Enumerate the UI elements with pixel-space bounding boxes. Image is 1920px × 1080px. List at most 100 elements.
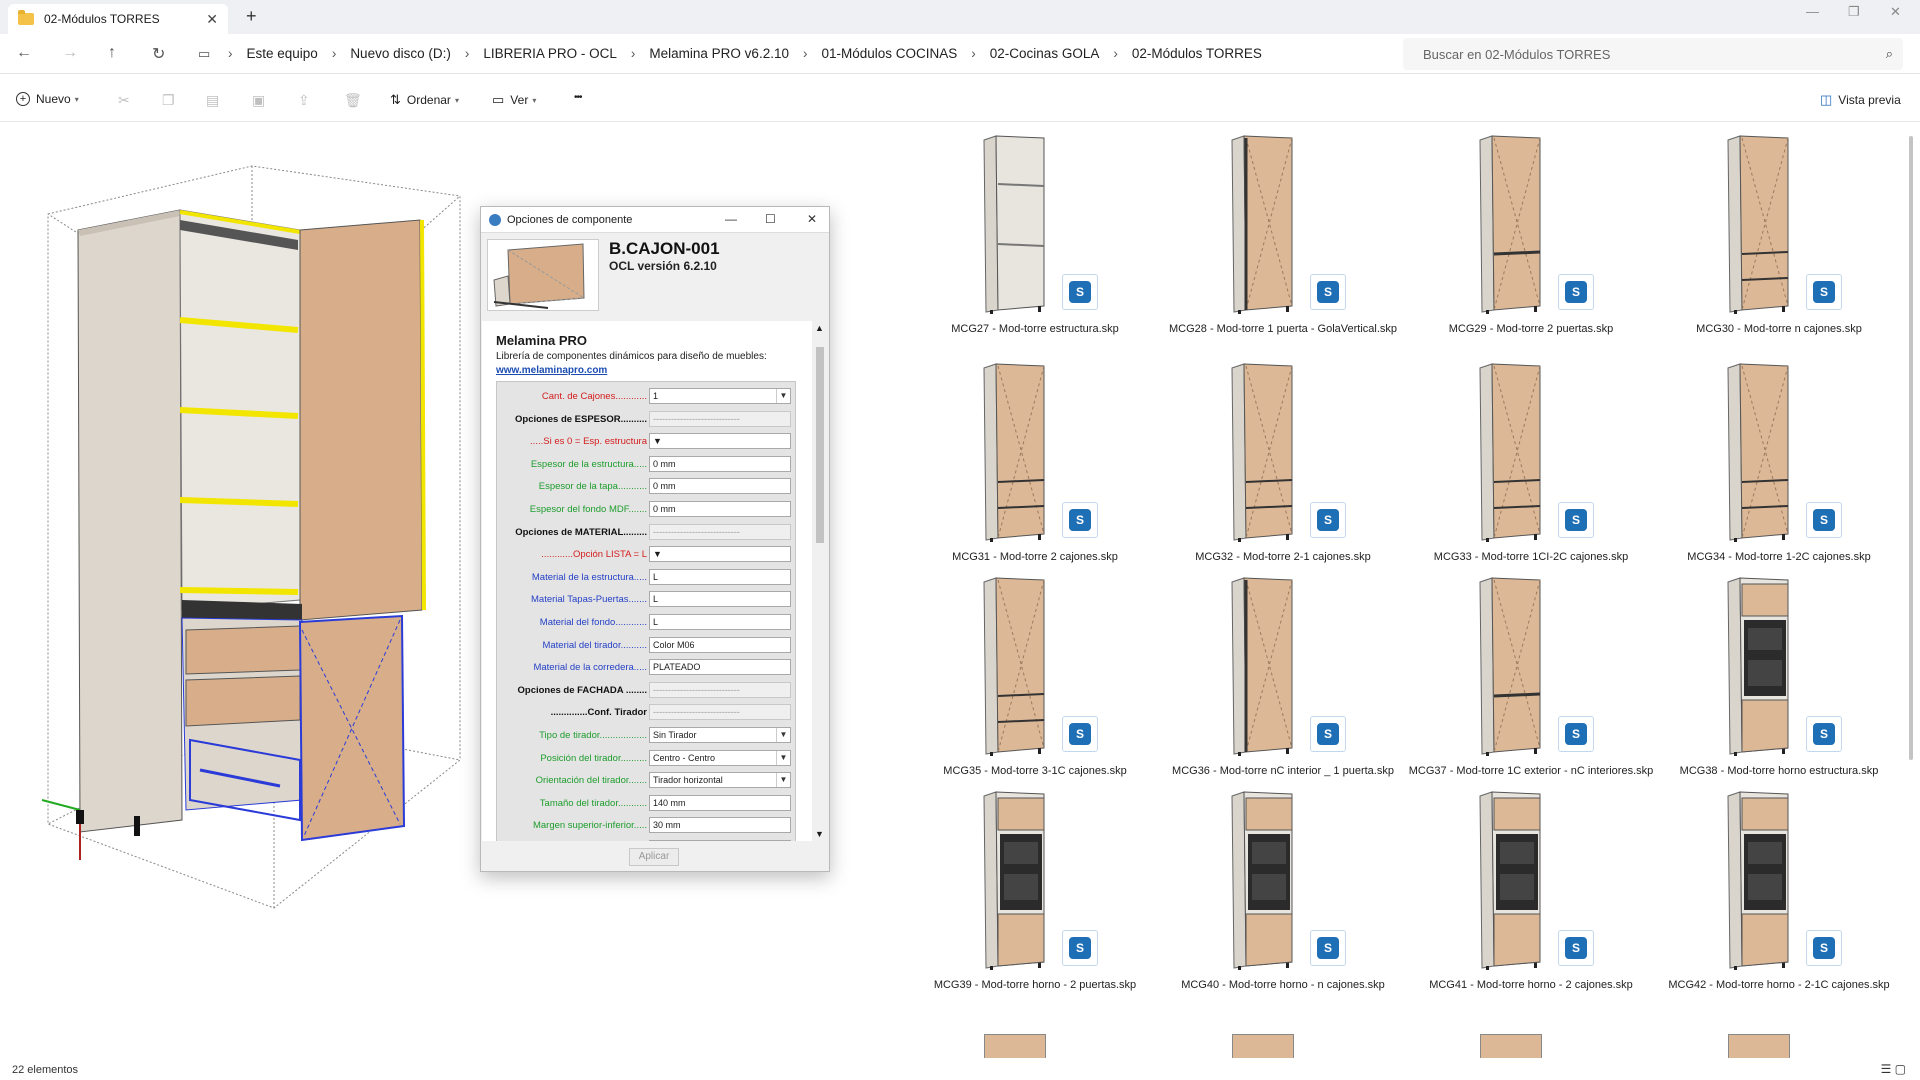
file-item[interactable]: S MCG42 - Mod-torre horno - 2-1C cajones.…	[1654, 782, 1904, 1012]
option-input[interactable]: 30 mm	[649, 817, 791, 834]
scroll-thumb[interactable]	[816, 347, 824, 543]
option-value: -----------------------------	[653, 413, 740, 424]
breadcrumb-item[interactable]: Nuevo disco (D:)	[350, 46, 451, 61]
panel-scrollbar[interactable]: ▲ ▼	[812, 321, 828, 841]
back-button[interactable]: ←	[16, 44, 32, 62]
sort-button[interactable]: ⇅ Ordenar ▾	[390, 92, 459, 108]
option-input[interactable]: L	[649, 568, 791, 585]
breadcrumb-item[interactable]: 02-Cocinas GOLA	[990, 46, 1100, 61]
sketchup-file-icon: S	[1558, 716, 1594, 752]
option-input[interactable]: 0 mm	[649, 455, 791, 472]
file-thumbnail-partial[interactable]	[1480, 1034, 1542, 1058]
option-select[interactable]: Tirador horizontal ▼	[649, 772, 791, 789]
file-item[interactable]: S MCG27 - Mod-torre estructura.skp	[910, 126, 1160, 356]
option-input[interactable]: Color M06	[649, 636, 791, 653]
cut-icon[interactable]: ✂	[118, 92, 130, 109]
search-placeholder: Buscar en 02-Módulos TORRES	[1423, 47, 1611, 62]
option-input[interactable]: 0 mm	[649, 478, 791, 495]
option-input[interactable]: 40 mm	[649, 840, 791, 841]
more-options-button[interactable]: •••	[574, 92, 582, 103]
file-item[interactable]: S MCG38 - Mod-torre horno estructura.skp	[1654, 568, 1904, 798]
view-label: Ver	[510, 93, 529, 107]
copy-icon[interactable]: ❐	[162, 92, 175, 109]
rename-icon[interactable]: ▣	[252, 92, 265, 109]
file-thumbnail-partial[interactable]	[1728, 1034, 1790, 1058]
delete-icon[interactable]: 🗑	[344, 92, 362, 109]
breadcrumb-item[interactable]: 01-Módulos COCINAS	[821, 46, 957, 61]
chevron-down-icon[interactable]: ▼	[776, 750, 790, 765]
refresh-button[interactable]: ↻	[152, 44, 165, 64]
file-grid-scrollbar[interactable]	[1909, 136, 1913, 760]
file-item[interactable]: S MCG35 - Mod-torre 3-1C cajones.skp	[910, 568, 1160, 798]
file-thumbnail	[982, 790, 1048, 970]
dialog-maximize-button[interactable]: ☐	[765, 212, 776, 226]
file-thumbnail	[1726, 134, 1792, 314]
file-item[interactable]: S MCG39 - Mod-torre horno - 2 puertas.skp	[910, 782, 1160, 1012]
file-item[interactable]: S MCG37 - Mod-torre 1C exterior - nC inte…	[1406, 568, 1656, 798]
breadcrumb-item[interactable]: LIBRERIA PRO - OCL	[483, 46, 617, 61]
item-count: 22 elementos	[12, 1064, 79, 1076]
option-input[interactable]: ▼	[649, 433, 791, 450]
option-select[interactable]: Sin Tirador ▼	[649, 727, 791, 743]
option-value: L	[653, 594, 659, 605]
option-select[interactable]: 1 ▼	[649, 388, 791, 404]
breadcrumb-item[interactable]: Este equipo	[247, 46, 318, 61]
close-window-button[interactable]: ✕	[1890, 4, 1901, 20]
option-input[interactable]: L	[649, 614, 791, 630]
apply-button[interactable]: Aplicar	[629, 848, 679, 866]
file-thumbnail-partial[interactable]	[984, 1034, 1046, 1058]
minimize-button[interactable]: —	[1806, 4, 1819, 19]
scroll-up-icon[interactable]: ▲	[815, 323, 824, 333]
file-item[interactable]: S MCG34 - Mod-torre 1-2C cajones.skp	[1654, 354, 1904, 584]
breadcrumb-item[interactable]: 02-Módulos TORRES	[1132, 46, 1262, 61]
option-label: ..............Conf. Tirador	[550, 707, 647, 719]
sketchup-file-icon: S	[1310, 274, 1346, 310]
forward-button[interactable]: →	[62, 44, 78, 62]
file-thumbnail-partial[interactable]	[1232, 1034, 1294, 1058]
option-input[interactable]: ▼	[649, 546, 791, 563]
new-tab-button[interactable]: +	[246, 6, 257, 27]
dialog-minimize-button[interactable]: —	[725, 212, 737, 226]
breadcrumb-item[interactable]: Melamina PRO v6.2.10	[649, 46, 789, 61]
option-row: Material de la corredera..... PLATEADO	[497, 659, 797, 677]
up-button[interactable]: ↑	[108, 44, 116, 62]
computer-icon[interactable]: ▭	[198, 46, 210, 62]
file-item[interactable]: S MCG31 - Mod-torre 2 cajones.skp	[910, 354, 1160, 584]
share-icon[interactable]: ⇪	[298, 92, 310, 109]
preview-pane-button[interactable]: ◫ Vista previa	[1820, 92, 1901, 108]
option-input[interactable]: L	[649, 591, 791, 608]
chevron-down-icon[interactable]: ▼	[776, 389, 790, 403]
file-item[interactable]: S MCG32 - Mod-torre 2-1 cajones.skp	[1158, 354, 1408, 584]
dialog-close-button[interactable]: ✕	[807, 212, 817, 226]
maximize-button[interactable]: ❐	[1848, 4, 1860, 20]
option-select[interactable]: Centro - Centro ▼	[649, 749, 791, 766]
file-item[interactable]: S MCG28 - Mod-torre 1 puerta - GolaVertic…	[1158, 126, 1408, 356]
tab-close-icon[interactable]: ✕	[206, 11, 218, 28]
search-input[interactable]: Buscar en 02-Módulos TORRES ⌕	[1403, 38, 1903, 70]
file-item[interactable]: S MCG40 - Mod-torre horno - n cajones.skp	[1158, 782, 1408, 1012]
scroll-down-icon[interactable]: ▼	[815, 829, 824, 839]
file-thumbnail	[1230, 576, 1296, 756]
chevron-down-icon[interactable]: ▼	[776, 728, 790, 742]
option-row: Material de la estructura..... L	[497, 568, 797, 587]
option-row: .....Si es 0 = Esp. estructura ▼	[497, 433, 797, 451]
chevron-down-icon[interactable]: ▼	[776, 773, 790, 788]
new-button[interactable]: + Nuevo ▾	[16, 92, 79, 106]
tab-active[interactable]: 02-Módulos TORRES ✕	[8, 4, 228, 34]
sketchup-file-icon: S	[1310, 716, 1346, 752]
view-button[interactable]: ▭ Ver ▾	[492, 92, 536, 108]
sketchup-file-icon: S	[1558, 274, 1594, 310]
option-row: ............Opción LISTA = L ▼	[497, 546, 797, 564]
file-item[interactable]: S MCG36 - Mod-torre nC interior _ 1 puert…	[1158, 568, 1408, 798]
file-item[interactable]: S MCG33 - Mod-torre 1CI-2C cajones.skp	[1406, 354, 1656, 584]
option-input[interactable]: PLATEADO	[649, 659, 791, 676]
view-toggle-icons[interactable]: ☰ ▢	[1881, 1062, 1906, 1076]
file-item[interactable]: S MCG30 - Mod-torre n cajones.skp	[1654, 126, 1904, 356]
paste-icon[interactable]: ▤	[206, 92, 219, 109]
file-item[interactable]: S MCG29 - Mod-torre 2 puertas.skp	[1406, 126, 1656, 356]
option-row: Tipo de tirador.................. Sin Tir…	[497, 727, 797, 745]
file-item[interactable]: S MCG41 - Mod-torre horno - 2 cajones.skp	[1406, 782, 1656, 1012]
website-link[interactable]: www.melaminapro.com	[496, 365, 607, 376]
option-input[interactable]: 0 mm	[649, 501, 791, 517]
option-input[interactable]: 140 mm	[649, 794, 791, 811]
